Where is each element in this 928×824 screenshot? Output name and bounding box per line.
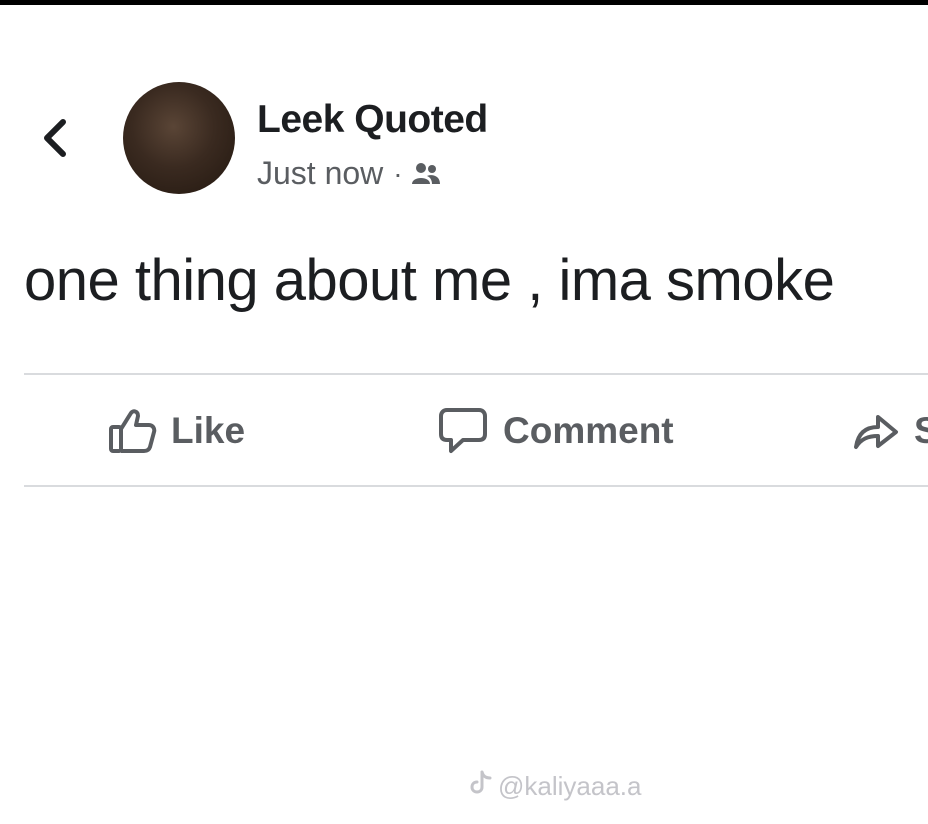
- like-label: Like: [171, 410, 246, 451]
- post-timestamp[interactable]: Just now: [257, 155, 383, 192]
- avatar[interactable]: [123, 82, 235, 194]
- divider: [24, 373, 928, 375]
- comment-button[interactable]: Comment: [437, 398, 674, 464]
- post-text: one thing about me , ima smoke: [24, 248, 835, 313]
- comment-label: Comment: [503, 410, 674, 451]
- chevron-left-icon: [44, 119, 66, 157]
- like-button[interactable]: Like: [107, 398, 245, 464]
- thumbs-up-icon: [107, 407, 157, 455]
- watermark-handle: @kaliyaaa.a: [498, 771, 642, 801]
- divider: [24, 485, 928, 487]
- share-label: Share: [914, 410, 928, 451]
- share-arrow-icon: [852, 411, 900, 451]
- back-button[interactable]: [34, 110, 74, 166]
- top-edge-bar: [0, 0, 928, 5]
- meta-separator: ·: [393, 157, 403, 189]
- author-name[interactable]: Leek Quoted: [257, 98, 488, 142]
- post-meta: Just now ·: [257, 155, 441, 192]
- tiktok-watermark: @kaliyaaa.a: [470, 770, 641, 803]
- tiktok-icon: [470, 770, 492, 803]
- comment-icon: [437, 406, 489, 456]
- share-button[interactable]: Share: [852, 398, 928, 464]
- friends-icon[interactable]: [411, 162, 441, 186]
